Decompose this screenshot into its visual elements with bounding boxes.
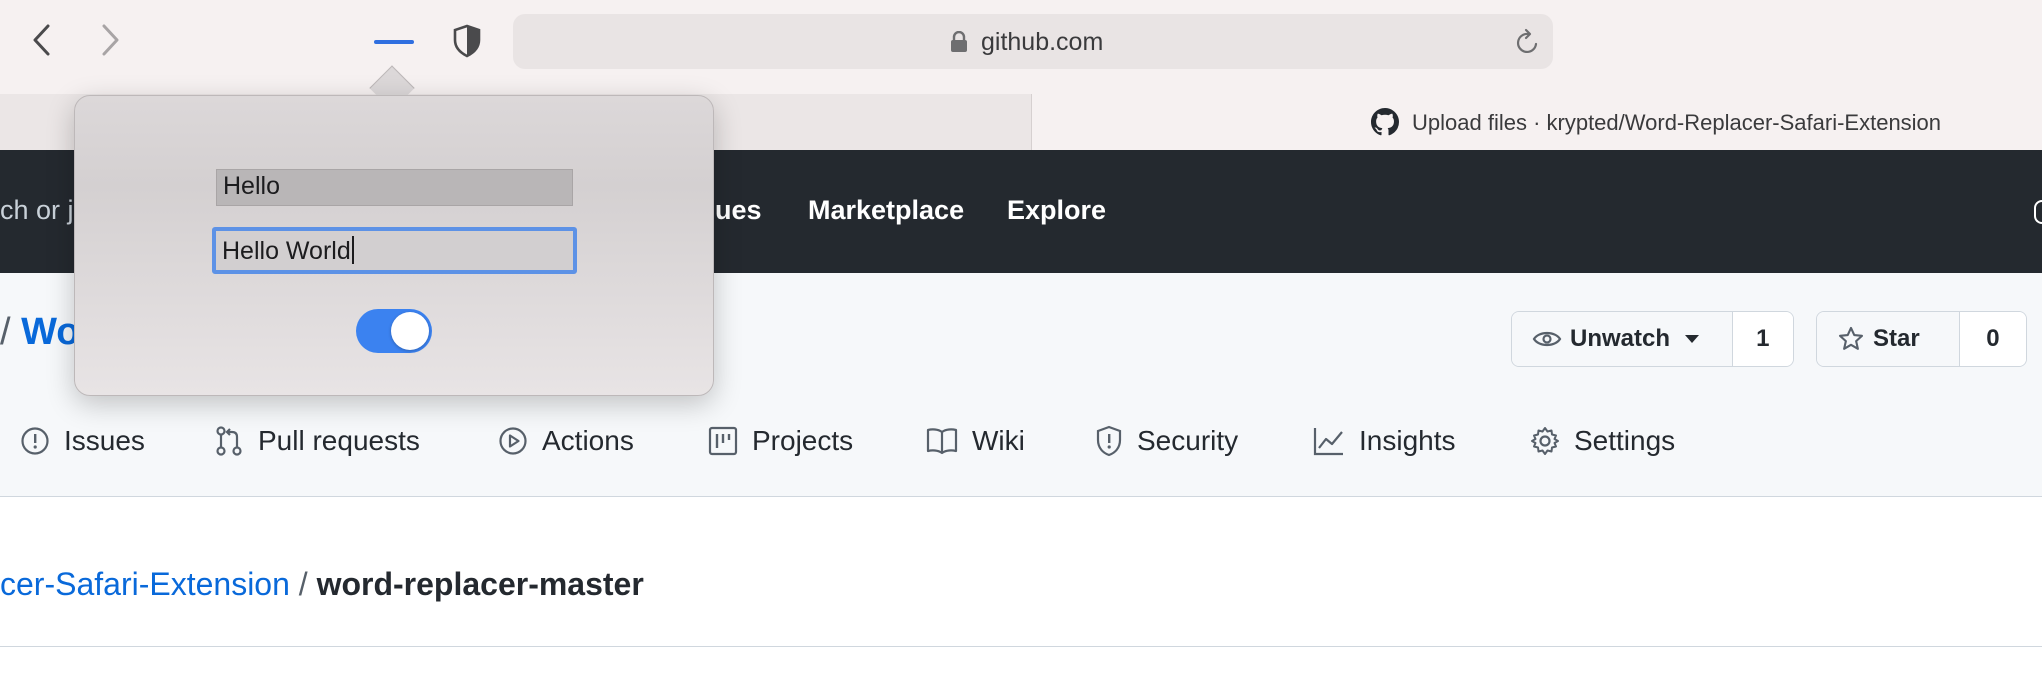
shield-icon: [453, 24, 481, 58]
nav-marketplace[interactable]: Marketplace: [808, 195, 964, 226]
star-icon: [1838, 326, 1864, 350]
repo-title-separator: /: [0, 311, 11, 353]
address-text: github.com: [981, 28, 1104, 56]
breadcrumb-separator: /: [289, 566, 317, 602]
gear-icon: [1531, 427, 1559, 455]
reload-icon[interactable]: [1515, 28, 1541, 56]
tab-title: Upload files · krypted/Word-Replacer-Saf…: [1412, 110, 1942, 135]
lock-icon: [951, 31, 967, 52]
tab-label: Wiki: [972, 425, 1025, 456]
tab-label: Actions: [542, 425, 634, 456]
github-logo-icon: [1371, 108, 1399, 136]
project-icon: [708, 426, 738, 456]
breadcrumb-current: word-replacer-master: [316, 566, 644, 602]
tab-security[interactable]: Security: [1095, 425, 1238, 457]
watchers-count[interactable]: 1: [1732, 312, 1793, 366]
play-icon: [499, 427, 527, 455]
tab-label: Issues: [64, 425, 145, 456]
tab-wiki[interactable]: Wiki: [926, 425, 1025, 457]
address-bar[interactable]: github.com: [513, 14, 1553, 69]
privacy-report-button[interactable]: [446, 20, 488, 62]
star-button[interactable]: Star: [1817, 312, 1960, 366]
toggle-knob: [391, 312, 429, 350]
user-icon[interactable]: [2034, 200, 2042, 224]
tab-upload-files[interactable]: Upload files · krypted/Word-Replacer-Saf…: [1032, 92, 2042, 150]
watch-button-group: Unwatch 1: [1511, 311, 1794, 367]
forward-button[interactable]: [88, 18, 132, 62]
unwatch-label: Unwatch: [1570, 325, 1671, 352]
word-replacer-popover: Hello Hello World: [74, 95, 714, 396]
tab-projects[interactable]: Projects: [708, 425, 853, 457]
issue-icon: [21, 427, 49, 455]
unwatch-button[interactable]: Unwatch: [1512, 312, 1733, 366]
tab-label: Security: [1137, 425, 1239, 456]
tab-pull-requests[interactable]: Pull requests: [214, 425, 420, 457]
repo-title: / Wo: [0, 311, 80, 354]
pull-request-icon: [216, 426, 242, 456]
nav-explore[interactable]: Explore: [1007, 195, 1106, 226]
text-caret: [351, 236, 354, 264]
repo-name-link[interactable]: Wo: [21, 311, 79, 353]
browser-toolbar: github.com: [0, 0, 2042, 92]
eye-icon: [1532, 331, 1562, 347]
stargazers-count[interactable]: 0: [1959, 312, 2026, 366]
tab-label: Projects: [752, 425, 854, 456]
safari-window: github.com Upload files · krypted/Word-R…: [0, 0, 2042, 698]
chevron-left-icon: [33, 24, 50, 56]
book-icon: [926, 428, 958, 455]
word-replacer-extension-button[interactable]: [366, 20, 422, 62]
star-label: Star: [1873, 325, 1920, 352]
back-button[interactable]: [20, 18, 64, 62]
tab-label: Settings: [1574, 425, 1676, 456]
chevron-right-icon: [102, 24, 119, 56]
find-word-input[interactable]: Hello: [216, 169, 573, 206]
breadcrumb-repo-link[interactable]: cer-Safari-Extension: [0, 566, 290, 602]
breadcrumb: cer-Safari-Extension / word-replacer-mas…: [0, 566, 644, 603]
graph-icon: [1313, 428, 1343, 456]
caret-down-icon: [1685, 335, 1700, 343]
tab-label: Insights: [1359, 425, 1456, 456]
replace-word-value: Hello World: [222, 237, 351, 265]
tab-settings[interactable]: Settings: [1530, 425, 1675, 457]
enable-toggle[interactable]: [356, 309, 432, 353]
shield-icon: [1096, 425, 1122, 457]
tab-insights[interactable]: Insights: [1313, 425, 1456, 457]
replace-word-input[interactable]: Hello World: [212, 227, 577, 274]
divider: [0, 646, 2042, 647]
tab-actions[interactable]: Actions: [498, 425, 634, 457]
tab-issues[interactable]: Issues: [20, 425, 145, 457]
star-button-group: Star 0: [1816, 311, 2027, 367]
extension-bar-icon: [374, 40, 414, 44]
tab-label: Pull requests: [258, 425, 420, 456]
